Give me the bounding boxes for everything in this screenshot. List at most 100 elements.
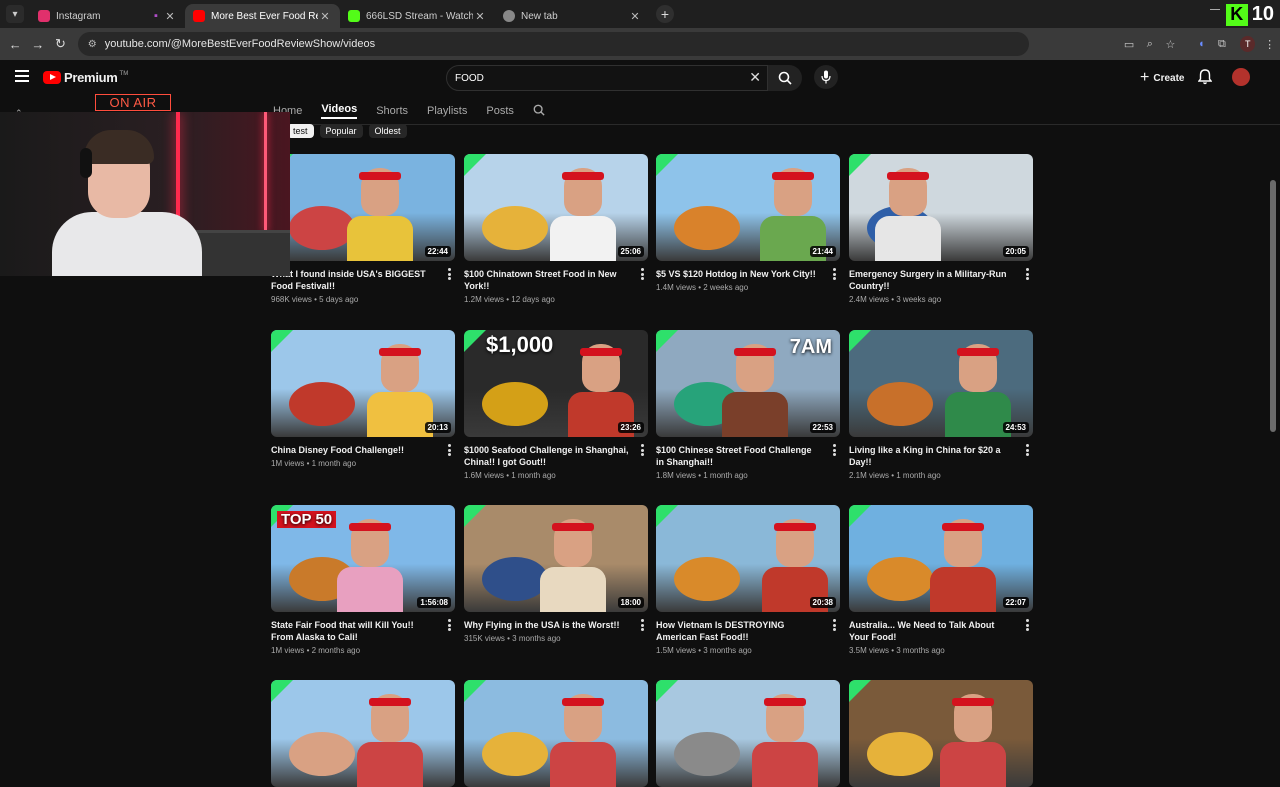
video-thumbnail[interactable]: 22:44	[271, 154, 455, 261]
more-options-icon[interactable]	[641, 619, 644, 633]
browser-tab-youtube[interactable]: More Best Ever Food Review Sh ✕	[185, 4, 340, 28]
minimize-button[interactable]	[1210, 9, 1220, 10]
address-bar[interactable]: ⚙ youtube.com/@MoreBestEverFoodReviewSho…	[77, 32, 1029, 56]
tab-shorts[interactable]: Shorts	[376, 105, 408, 117]
more-options-icon[interactable]	[1026, 619, 1029, 633]
video-title[interactable]: $5 VS $120 Hotdog in New York City!!	[656, 268, 840, 280]
video-title[interactable]: How Vietnam Is DESTROYING American Fast …	[656, 619, 840, 643]
video-card[interactable]: 20:38 How Vietnam Is DESTROYING American…	[656, 505, 840, 655]
video-title[interactable]: Emergency Surgery in a Military-Run Coun…	[849, 268, 1033, 292]
video-title[interactable]: China Disney Food Challenge!!	[271, 444, 455, 456]
video-thumbnail[interactable]: 20:13	[271, 330, 455, 437]
more-options-icon[interactable]	[833, 444, 836, 458]
account-avatar[interactable]	[1232, 68, 1250, 86]
more-options-icon[interactable]	[833, 619, 836, 633]
chip-popular[interactable]: Popular	[319, 124, 363, 138]
more-options-icon[interactable]	[1026, 268, 1029, 282]
more-options-icon[interactable]	[833, 268, 836, 282]
video-card[interactable]: 22:44 What I found inside USA's BIGGEST …	[271, 154, 455, 304]
back-button[interactable]: ←	[4, 37, 27, 52]
menu-icon[interactable]	[15, 70, 29, 82]
clear-search-icon[interactable]: ✕	[749, 69, 761, 86]
video-title[interactable]: $100 Chinatown Street Food in New York!!	[464, 268, 648, 292]
extension-icon[interactable]: ◖	[1191, 38, 1212, 50]
tab-posts[interactable]: Posts	[486, 105, 514, 117]
voice-search-button[interactable]	[814, 65, 838, 89]
create-button[interactable]: + Create	[1132, 67, 1192, 89]
install-icon[interactable]: ▭	[1119, 38, 1140, 51]
tab-search-button[interactable]: ▾	[6, 5, 24, 23]
video-title[interactable]: $100 Chinese Street Food Challenge in Sh…	[656, 444, 840, 468]
browser-menu-icon[interactable]: ⋮	[1259, 38, 1280, 51]
video-card[interactable]	[464, 680, 648, 787]
youtube-premium-logo[interactable]: Premium TM	[43, 70, 128, 85]
video-thumbnail[interactable]: 21:44	[656, 154, 840, 261]
video-card[interactable]: 20:13 China Disney Food Challenge!! 1M v…	[271, 330, 455, 468]
scrollbar[interactable]	[1270, 180, 1276, 432]
video-thumbnail[interactable]: 24:53	[849, 330, 1033, 437]
video-card[interactable]: 24:53 Living like a King in China for $2…	[849, 330, 1033, 480]
more-options-icon[interactable]	[641, 268, 644, 282]
video-title[interactable]: Why Flying in the USA is the Worst!!	[464, 619, 648, 631]
close-icon[interactable]: ✕	[163, 10, 177, 23]
close-icon[interactable]: ✕	[628, 10, 642, 23]
video-card[interactable]: 22:07 Australia... We Need to Talk About…	[849, 505, 1033, 655]
profile-avatar[interactable]: T	[1240, 36, 1256, 52]
video-thumbnail[interactable]	[849, 680, 1033, 787]
video-card[interactable]	[849, 680, 1033, 787]
search-input[interactable]: FOOD ✕	[446, 65, 768, 91]
video-title[interactable]: $1000 Seafood Challenge in Shanghai, Chi…	[464, 444, 648, 468]
video-thumbnail[interactable]: 7AM 22:53	[656, 330, 840, 437]
tab-videos[interactable]: Videos	[321, 103, 358, 119]
extensions-puzzle-icon[interactable]: ⧉	[1212, 38, 1233, 51]
close-icon[interactable]: ✕	[318, 10, 332, 23]
video-thumbnail[interactable]	[656, 680, 840, 787]
channel-search-button[interactable]	[533, 104, 545, 119]
video-card[interactable]: TOP 50 1:56:08 State Fair Food that will…	[271, 505, 455, 655]
video-thumbnail[interactable]	[271, 680, 455, 787]
notifications-button[interactable]	[1197, 69, 1213, 90]
chip-latest[interactable]: test	[287, 124, 314, 138]
video-thumbnail[interactable]: $1,000 23:26	[464, 330, 648, 437]
video-thumbnail[interactable]: 20:05	[849, 154, 1033, 261]
video-card[interactable]: 21:44 $5 VS $120 Hotdog in New York City…	[656, 154, 840, 292]
more-options-icon[interactable]	[448, 619, 451, 633]
video-card[interactable]: 20:05 Emergency Surgery in a Military-Ru…	[849, 154, 1033, 304]
red-headband	[562, 172, 604, 180]
forward-button[interactable]: →	[27, 37, 50, 52]
video-title[interactable]: Living like a King in China for $20 a Da…	[849, 444, 1033, 468]
video-card[interactable]: 25:06 $100 Chinatown Street Food in New …	[464, 154, 648, 304]
video-title[interactable]: What I found inside USA's BIGGEST Food F…	[271, 268, 455, 292]
site-info-icon[interactable]: ⚙	[88, 39, 97, 50]
video-card[interactable]	[656, 680, 840, 787]
video-title[interactable]: Australia... We Need to Talk About Your …	[849, 619, 1033, 643]
bookmark-star-icon[interactable]: ☆	[1160, 38, 1181, 51]
search-button[interactable]	[768, 65, 802, 91]
more-options-icon[interactable]	[1026, 444, 1029, 458]
tab-playlists[interactable]: Playlists	[427, 105, 467, 117]
chip-oldest[interactable]: Oldest	[368, 124, 407, 138]
browser-tab-instagram[interactable]: Instagram ▪ ✕	[30, 4, 185, 28]
browser-tab-newtab[interactable]: New tab ✕	[495, 4, 650, 28]
browser-tab-kick[interactable]: 666LSD Stream - Watch Live o ✕	[340, 4, 495, 28]
more-options-icon[interactable]	[448, 444, 451, 458]
video-card[interactable]: 18:00 Why Flying in the USA is the Worst…	[464, 505, 648, 643]
video-thumbnail[interactable]: 18:00	[464, 505, 648, 612]
video-thumbnail[interactable]: TOP 50 1:56:08	[271, 505, 455, 612]
video-thumbnail[interactable]	[464, 680, 648, 787]
close-icon[interactable]: ▪	[149, 10, 163, 22]
video-card[interactable]: 7AM 22:53 $100 Chinese Street Food Chall…	[656, 330, 840, 480]
new-tab-button[interactable]: +	[656, 5, 674, 23]
zoom-icon[interactable]: ⌕	[1139, 38, 1160, 51]
reload-button[interactable]: ↻	[49, 36, 72, 52]
more-options-icon[interactable]	[641, 444, 644, 458]
video-thumbnail[interactable]: 22:07	[849, 505, 1033, 612]
close-icon[interactable]: ✕	[473, 10, 487, 23]
video-title[interactable]: State Fair Food that will Kill You!! Fro…	[271, 619, 455, 643]
more-options-icon[interactable]	[448, 268, 451, 282]
chevron-up-icon[interactable]: ⌃	[15, 108, 23, 119]
video-card[interactable]: $1,000 23:26 $1000 Seafood Challenge in …	[464, 330, 648, 480]
video-thumbnail[interactable]: 20:38	[656, 505, 840, 612]
video-thumbnail[interactable]: 25:06	[464, 154, 648, 261]
video-card[interactable]	[271, 680, 455, 787]
